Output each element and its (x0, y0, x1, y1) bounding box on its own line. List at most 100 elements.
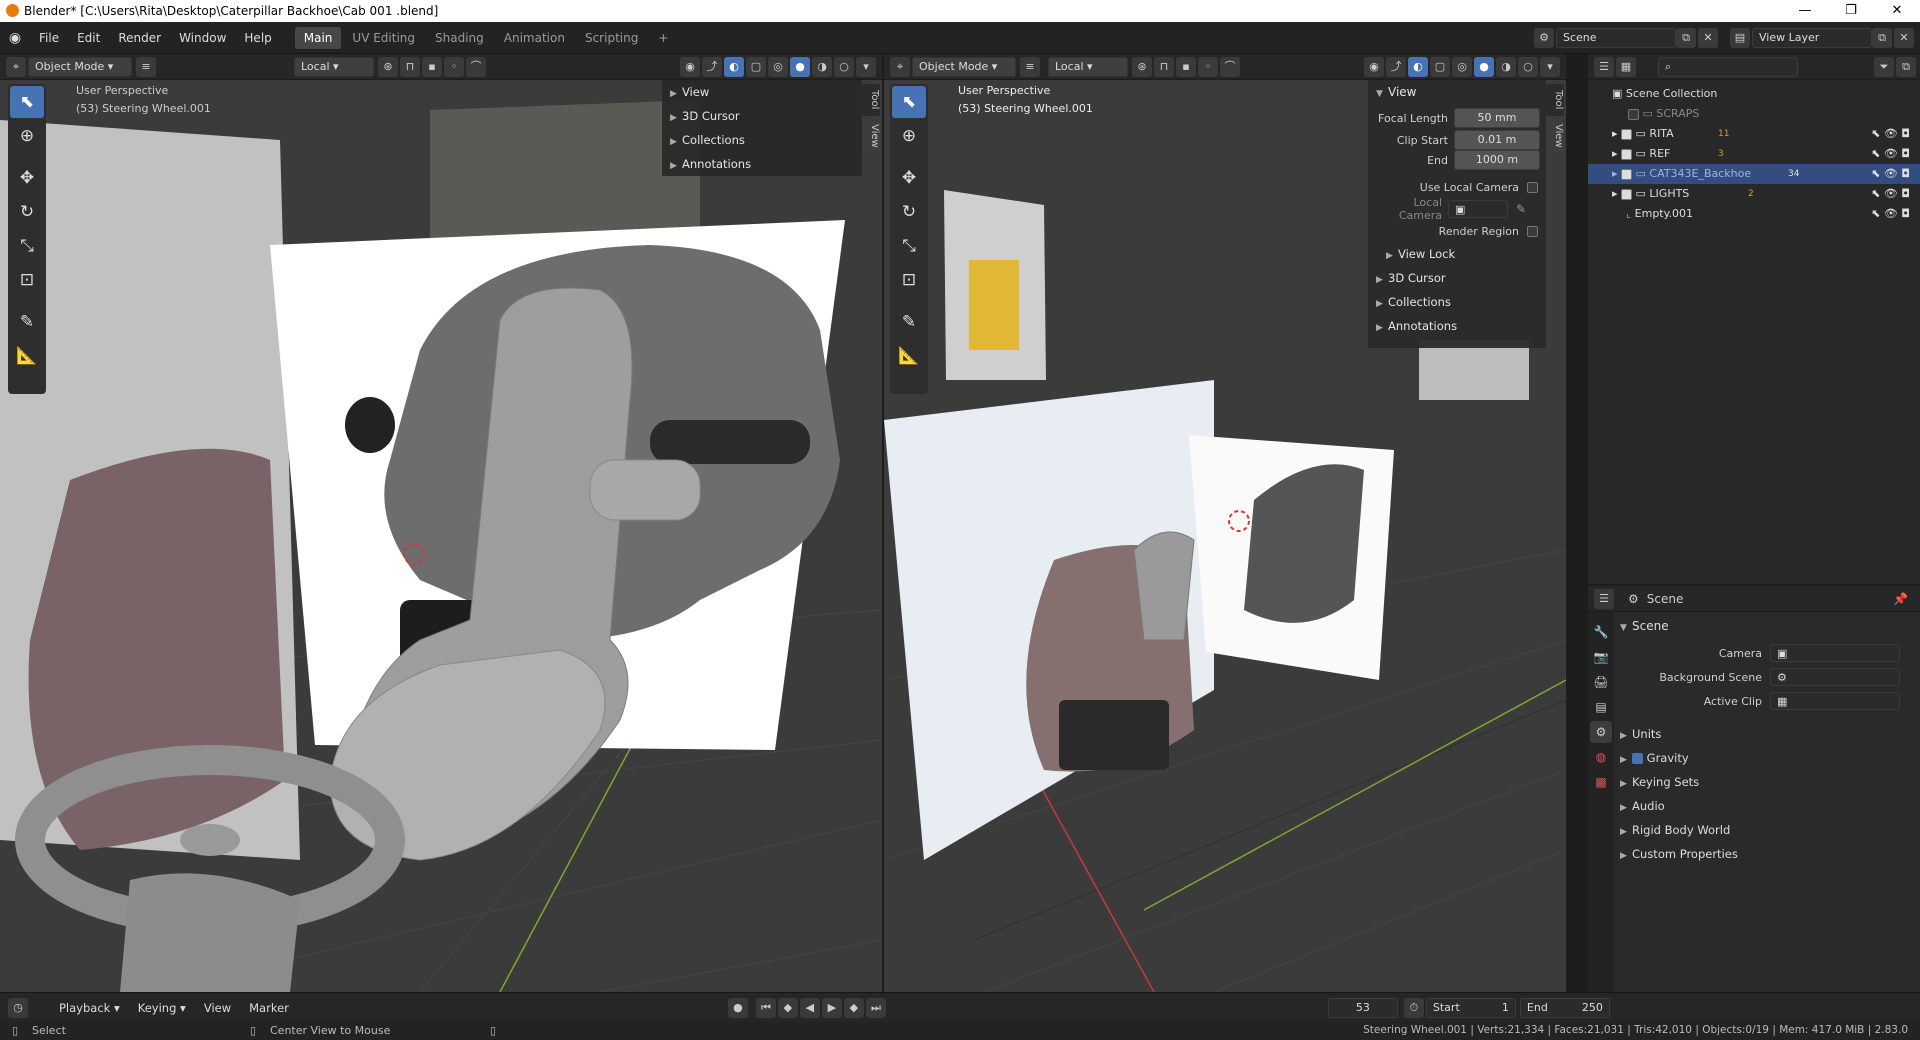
falloff-icon[interactable]: ⌒ (466, 56, 486, 77)
shading-dropdown-icon[interactable]: ▾ (1540, 56, 1560, 77)
shading-dropdown-icon[interactable]: ▾ (856, 56, 876, 77)
menu-render[interactable]: Render (109, 27, 170, 49)
right-panel-collections[interactable]: ▶ Collections (1368, 290, 1546, 314)
visibility-icon[interactable]: ◉ (680, 56, 700, 77)
right-tab-tool[interactable]: Tool (1546, 84, 1564, 116)
measure-tool-icon[interactable]: 📐 (10, 340, 44, 372)
scene-field[interactable]: Scene (1556, 27, 1676, 48)
new-view-layer-icon[interactable]: ⧉ (1872, 27, 1892, 48)
delete-scene-icon[interactable]: ✕ (1698, 27, 1718, 48)
end-frame-field[interactable]: End 250 (1519, 997, 1610, 1018)
outliner-item-cat343e-backhoe[interactable]: ▸ ▭ CAT343E_Backhoe 34 ⬉ 👁 ◘ (1588, 164, 1920, 184)
menu-help[interactable]: Help (235, 27, 280, 49)
outliner-item-scraps[interactable]: ▭ SCRAPS (1588, 104, 1920, 124)
jump-end-icon[interactable]: ⏭ (865, 997, 886, 1018)
prev-keyframe-icon[interactable]: ◆ (777, 997, 798, 1018)
clip-start-field[interactable]: 0.01 m (1454, 130, 1540, 150)
rotate-tool-icon[interactable]: ↻ (892, 196, 926, 228)
editor-type-icon[interactable]: ⌖ (6, 56, 26, 77)
pin-icon[interactable]: 📌 (1893, 592, 1908, 606)
pivot-icon[interactable]: ⊛ (378, 56, 398, 77)
keying-sets-panel[interactable]: ▶ Keying Sets (1620, 770, 1914, 794)
use-local-camera-checkbox[interactable] (1527, 181, 1538, 193)
tab-shading[interactable]: Shading (426, 27, 493, 49)
select-tool-icon[interactable]: ⬉ (892, 86, 926, 118)
hamburger-menu-icon[interactable]: ≡ (136, 56, 156, 77)
next-keyframe-icon[interactable]: ◆ (843, 997, 864, 1018)
active-clip-field[interactable]: ▦ (1770, 692, 1900, 710)
background-scene-field[interactable]: ⚙ (1770, 668, 1900, 686)
viewport-left[interactable]: ⌖ Object Mode ▾ ≡ Local ▾ ⊛ ⊓ ▪ ◦ ⌒ ◉ ⤴ … (0, 54, 882, 992)
snap-icon[interactable]: ⊓ (400, 56, 420, 77)
units-panel[interactable]: ▶ Units (1620, 722, 1914, 746)
falloff-icon[interactable]: ⌒ (1220, 56, 1240, 77)
rendered-shading-icon[interactable]: ○ (1518, 56, 1538, 77)
left-tab-tool[interactable]: Tool (862, 84, 880, 116)
current-frame-field[interactable]: 53 (1327, 997, 1398, 1018)
tool-tab-icon[interactable]: 🔧 (1590, 621, 1612, 643)
timeline-menu-marker[interactable]: Marker (240, 997, 298, 1019)
outliner-item-empty[interactable]: ⌞ Empty.001 ⬉ 👁 ◘ (1588, 204, 1920, 224)
outliner-scene-collection[interactable]: ▣ Scene Collection (1588, 84, 1920, 104)
new-collection-icon[interactable]: ⧉ (1896, 56, 1916, 77)
timeline-menu-playback[interactable]: Playback ▾ (50, 997, 129, 1019)
mode-dropdown[interactable]: Object Mode ▾ (28, 56, 132, 77)
transform-tool-icon[interactable]: ⊡ (10, 264, 44, 296)
local-camera-field[interactable]: ▣ (1448, 200, 1508, 218)
snap-icon[interactable]: ⊓ (1154, 56, 1174, 77)
maximize-button[interactable]: ❐ (1828, 0, 1874, 22)
rotate-tool-icon[interactable]: ↻ (10, 196, 44, 228)
gizmo-icon[interactable]: ⤴ (702, 56, 722, 77)
render-tab-icon[interactable]: 📷 (1590, 646, 1612, 668)
outliner-item-lights[interactable]: ▸ ▭ LIGHTS 2 ⬉ 👁 ◘ (1588, 184, 1920, 204)
blender-menu-icon[interactable]: ◉ (0, 30, 30, 46)
record-icon[interactable]: ● (727, 997, 748, 1018)
outliner-search-input[interactable]: ⌕ (1658, 56, 1798, 77)
view-layer-icon[interactable]: ▤ (1730, 27, 1750, 48)
tab-uv-editing[interactable]: UV Editing (343, 27, 424, 49)
menu-file[interactable]: File (30, 27, 68, 49)
gravity-panel[interactable]: ▶ Gravity (1620, 746, 1914, 770)
right-panel-3d-cursor[interactable]: ▶ 3D Cursor (1368, 266, 1546, 290)
view-lock-row[interactable]: ▶ View Lock (1368, 242, 1546, 266)
filter-icon[interactable]: ⏷ (1874, 56, 1894, 77)
tab-scripting[interactable]: Scripting (576, 27, 647, 49)
texture-tab-icon[interactable]: ▩ (1590, 771, 1612, 793)
annotate-tool-icon[interactable]: ✎ (892, 306, 926, 338)
visibility-icon[interactable]: ◉ (1364, 56, 1384, 77)
viewport-right[interactable]: ⌖ Object Mode ▾ ≡ Local ▾ ⊛ ⊓ ▪ ◦ ⌒ ◉ ⤴ … (884, 54, 1566, 992)
delete-view-layer-icon[interactable]: ✕ (1894, 27, 1914, 48)
focal-length-field[interactable]: 50 mm (1454, 108, 1540, 128)
snap-target-icon[interactable]: ▪ (422, 56, 442, 77)
snap-target-icon[interactable]: ▪ (1176, 56, 1196, 77)
left-panel-annotations[interactable]: ▶ Annotations (662, 152, 862, 176)
view-layer-field[interactable]: View Layer (1752, 27, 1872, 48)
xray-icon[interactable]: ▢ (1430, 56, 1450, 77)
clip-end-field[interactable]: 1000 m (1454, 150, 1540, 170)
close-button[interactable]: ✕ (1874, 0, 1920, 22)
material-shading-icon[interactable]: ◑ (1496, 56, 1516, 77)
new-scene-icon[interactable]: ⧉ (1676, 27, 1696, 48)
proportional-edit-icon[interactable]: ◦ (1198, 56, 1218, 77)
left-panel-view[interactable]: ▶ View (662, 80, 862, 104)
annotate-tool-icon[interactable]: ✎ (10, 306, 44, 338)
left-panel-3d-cursor[interactable]: ▶ 3D Cursor (662, 104, 862, 128)
outliner-item-rita[interactable]: ▸ ▭ RITA 11 ⬉ 👁 ◘ (1588, 124, 1920, 144)
render-region-checkbox[interactable] (1527, 225, 1538, 237)
play-icon[interactable]: ▶ (821, 997, 842, 1018)
add-workspace-button[interactable]: + (649, 27, 677, 49)
scene-icon[interactable]: ⚙ (1534, 27, 1554, 48)
solid-shading-icon[interactable]: ● (1474, 56, 1494, 77)
menu-edit[interactable]: Edit (68, 27, 109, 49)
cursor-tool-icon[interactable]: ⊕ (10, 120, 44, 152)
cursor-tool-icon[interactable]: ⊕ (892, 120, 926, 152)
audio-panel[interactable]: ▶ Audio (1620, 794, 1914, 818)
overlay-icon[interactable]: ◐ (724, 56, 744, 77)
pivot-icon[interactable]: ⊛ (1132, 56, 1152, 77)
start-frame-field[interactable]: Start 1 (1425, 997, 1516, 1018)
outliner-editor-icon[interactable]: ☰ (1594, 56, 1614, 77)
display-mode-icon[interactable]: ▦ (1616, 56, 1636, 77)
material-shading-icon[interactable]: ◑ (812, 56, 832, 77)
left-tab-view[interactable]: View (862, 120, 880, 152)
outliner-item-ref[interactable]: ▸ ▭ REF 3 ⬉ 👁 ◘ (1588, 144, 1920, 164)
